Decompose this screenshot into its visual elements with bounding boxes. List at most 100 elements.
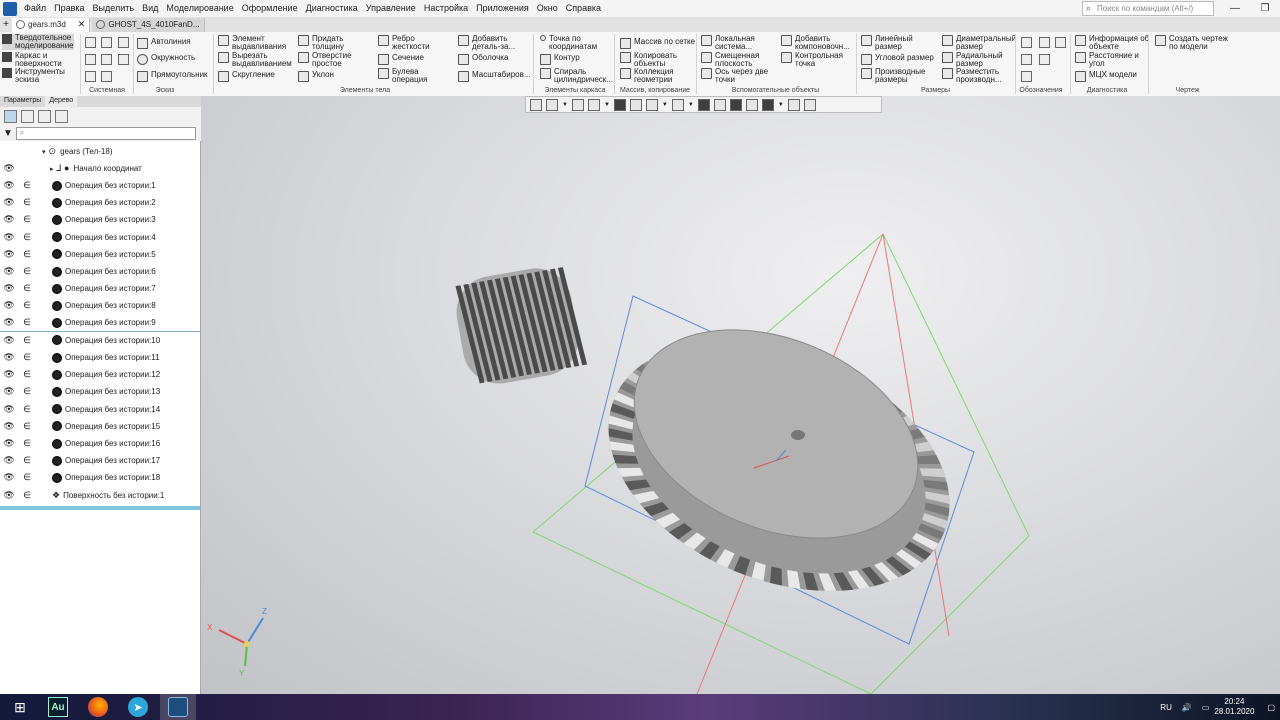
tree-operation[interactable]: 👁 ∈ Операция без истории:8 — [0, 297, 200, 314]
tree-operation[interactable]: 👁 ∈ Операция без истории:3 — [0, 211, 200, 228]
tool-fillet[interactable]: Скругление — [218, 71, 275, 82]
eye-icon[interactable]: 👁 — [0, 163, 18, 174]
tree-operation[interactable]: 👁 ∈ Операция без истории:15 — [0, 418, 200, 435]
mode-frame-surfaces[interactable]: Каркас и поверхности — [2, 52, 62, 68]
eye-icon[interactable]: 👁 — [0, 283, 18, 294]
tool-diameter-dim[interactable]: Диаметральный размер — [942, 35, 1016, 51]
tool-derived-dims[interactable]: Производные размеры — [861, 68, 926, 84]
eye-icon[interactable]: 👁 — [0, 369, 18, 380]
taskbar-firefox[interactable] — [80, 694, 116, 720]
measure-icon[interactable] — [803, 98, 816, 111]
eye-icon[interactable]: 👁 — [0, 352, 18, 363]
eye-icon[interactable]: 👁 — [0, 386, 18, 397]
eye-icon[interactable]: 👁 — [0, 266, 18, 277]
tool-axis-two-points[interactable]: Ось через две точки — [701, 68, 768, 84]
chevron-down-icon[interactable]: ▼ — [604, 102, 610, 108]
menu-item-2[interactable]: Выделить — [89, 0, 139, 17]
tool-extrude[interactable]: Элемент выдавливания — [218, 35, 286, 51]
menu-item-7[interactable]: Управление — [362, 0, 420, 17]
eye-icon[interactable]: 👁 — [0, 438, 18, 449]
eye-icon[interactable]: 👁 — [0, 472, 18, 483]
tool-control-point[interactable]: Контрольная точка — [781, 52, 843, 68]
chevron-down-icon[interactable]: ▼ — [688, 102, 694, 108]
undo-icon[interactable] — [85, 71, 96, 82]
chevron-down-icon[interactable]: ▼ — [778, 102, 784, 108]
chevron-down-icon[interactable]: ▼ — [562, 102, 568, 108]
mode-sketch-tools[interactable]: Инструменты эскиза — [2, 68, 65, 84]
tab-ghost[interactable]: GHOST_4S_4010FanD... — [92, 17, 205, 32]
lighting-icon[interactable] — [729, 98, 742, 111]
tree-filter-input[interactable]: ⌕ — [15, 126, 196, 140]
eye-icon[interactable]: 👁 — [0, 490, 18, 501]
tool-object-info[interactable]: Информация об объекте — [1075, 35, 1149, 51]
tool-circle[interactable]: Окружность — [137, 54, 195, 65]
tool-section[interactable]: Сечение — [378, 54, 424, 65]
frame-icon[interactable] — [713, 98, 726, 111]
tab-parameters[interactable]: Параметры — [0, 96, 45, 107]
tool-cut-extrude[interactable]: Вырезать выдавливанием — [218, 52, 292, 68]
tool-linear-dim[interactable]: Линейный размер — [861, 35, 913, 51]
perspective-icon[interactable] — [697, 98, 710, 111]
menu-item-10[interactable]: Окно — [533, 0, 562, 17]
tree-structure-icon[interactable] — [4, 109, 17, 123]
tool-add-part[interactable]: Добавить деталь-за... — [458, 35, 515, 51]
tree-operation[interactable]: 👁 ∈ Операция без истории:9 — [0, 315, 200, 332]
tree-operation[interactable]: 👁 ∈ Операция без истории:4 — [0, 229, 200, 246]
minimize-button[interactable]: — — [1220, 0, 1250, 17]
eye-icon[interactable]: 👁 — [0, 404, 18, 415]
tree-operation[interactable]: 👁 ∈ Операция без истории:2 — [0, 194, 200, 211]
select-mode-icon[interactable] — [530, 98, 542, 111]
mark-icon[interactable] — [1039, 54, 1050, 65]
maximize-button[interactable]: ❐ — [1250, 0, 1280, 17]
tool-angular-dim[interactable]: Угловой размер — [861, 54, 934, 65]
tree-components-icon[interactable] — [38, 109, 51, 123]
tree-origin[interactable]: 👁 ▸ ⅃ ● Начало координат — [0, 160, 200, 177]
save-file-icon[interactable] — [118, 37, 129, 48]
chevron-down-icon[interactable]: ▼ — [662, 102, 668, 108]
new-tab-button[interactable]: + — [0, 19, 12, 30]
expand-caret-icon[interactable]: ▸ — [50, 165, 54, 173]
tree-operation[interactable]: 👁 ∈ Операция без истории:13 — [0, 383, 200, 400]
tool-offset-plane[interactable]: Смещенная плоскость — [701, 52, 759, 68]
tree-operation[interactable]: 👁 ∈ Операция без истории:6 — [0, 263, 200, 280]
tree-operation[interactable]: 👁 ∈ Операция без истории:10 — [0, 332, 200, 349]
tree-surface[interactable]: 👁 ∈ ❖ Поверхность без истории:1 — [0, 487, 200, 504]
tool-radial-dim[interactable]: Радиальный размер — [942, 52, 1003, 68]
menu-item-0[interactable]: Файл — [20, 0, 50, 17]
language-indicator[interactable]: RU — [1160, 703, 1172, 712]
roughness-icon[interactable] — [1021, 37, 1032, 48]
command-search-input[interactable]: ⌕ Поиск по командам (Alt+/) — [1082, 1, 1214, 16]
properties-icon[interactable] — [101, 54, 112, 65]
redo-icon[interactable] — [101, 71, 112, 82]
view-orientation-icon[interactable] — [587, 98, 600, 111]
tab-tree[interactable]: Дерево — [45, 96, 78, 107]
eye-icon[interactable]: 👁 — [0, 455, 18, 466]
tree-operation[interactable]: 👁 ∈ Операция без истории:5 — [0, 246, 200, 263]
tree-operation[interactable]: 👁 ∈ Операция без истории:16 — [0, 435, 200, 452]
eye-icon[interactable]: 👁 — [0, 421, 18, 432]
mode-solid-modeling[interactable]: Твердотельное моделирование — [2, 34, 74, 50]
tree-settings-icon[interactable] — [55, 109, 68, 123]
eye-icon[interactable]: 👁 — [0, 232, 18, 243]
display-icon[interactable] — [745, 98, 758, 111]
tool-add-layout[interactable]: Добавить компоновочн... — [781, 35, 850, 51]
tool-mass-props[interactable]: МЦХ модели — [1075, 71, 1137, 82]
tool-geometry-collection[interactable]: Коллекция геометрии — [620, 68, 674, 84]
tree-history-icon[interactable] — [21, 109, 34, 123]
filter-view-icon[interactable] — [761, 98, 774, 111]
tolerance-icon[interactable] — [1055, 37, 1066, 48]
menu-item-9[interactable]: Приложения — [472, 0, 533, 17]
tool-contour[interactable]: Контур — [540, 54, 580, 65]
eye-icon[interactable]: 👁 — [0, 317, 18, 328]
leader-icon[interactable] — [1039, 37, 1050, 48]
tool-local-cs[interactable]: Локальная система... — [701, 35, 755, 51]
tree-operation[interactable]: 👁 ∈ Операция без истории:1 — [0, 177, 200, 194]
menu-item-3[interactable]: Вид — [138, 0, 162, 17]
tool-place-derived[interactable]: Разместить производн... — [942, 68, 1002, 84]
tree-operation[interactable]: 👁 ∈ Операция без истории:18 — [0, 469, 200, 486]
menu-item-11[interactable]: Справка — [562, 0, 605, 17]
shaded-view-icon[interactable] — [613, 98, 626, 111]
new-file-icon[interactable] — [85, 37, 96, 48]
eye-icon[interactable]: 👁 — [0, 335, 18, 346]
tool-scale[interactable]: Масштабиров... — [458, 71, 531, 82]
